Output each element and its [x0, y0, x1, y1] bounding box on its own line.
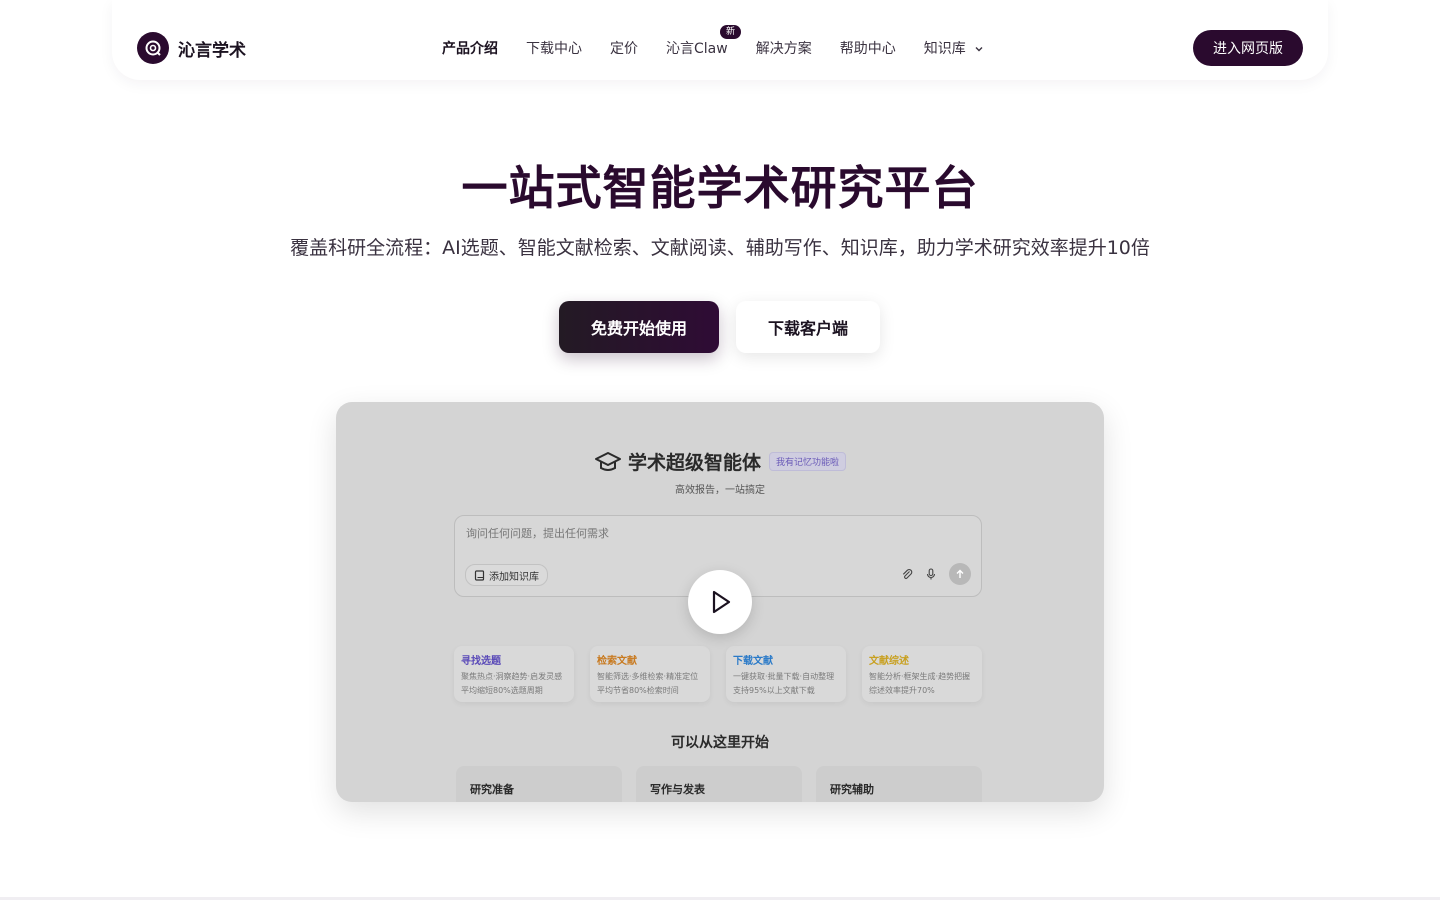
nav-item-pricing[interactable]: 定价: [610, 38, 638, 58]
feature-cards: 寻找选题 聚焦热点·洞察趋势·启发灵感 平均缩短80%选题周期 检索文献 智能筛…: [454, 646, 998, 702]
add-knowledge-base-label: 添加知识库: [489, 571, 539, 583]
nav-item-knowledge-label: 知识库: [923, 41, 966, 57]
nav-item-claw[interactable]: 沁言Claw 新: [666, 25, 742, 58]
category-cards: 研究准备 写作与发表 研究辅助: [456, 766, 996, 802]
card-title: 文献综述: [869, 656, 909, 667]
start-free-button[interactable]: 免费开始使用: [559, 301, 719, 353]
category-research-assist: 研究辅助: [816, 766, 982, 802]
hero-subtitle: 覆盖科研全流程：AI选题、智能文献检索、文献阅读、辅助写作、知识库，助力学术研究…: [290, 237, 1150, 259]
nav-item-help[interactable]: 帮助中心: [840, 38, 896, 58]
enter-web-button[interactable]: 进入网页版: [1193, 30, 1303, 66]
card-find-topic: 寻找选题 聚焦热点·洞察趋势·启发灵感 平均缩短80%选题周期: [454, 646, 574, 702]
play-icon: [712, 590, 731, 614]
demo-video[interactable]: 学术超级智能体 我有记忆功能啦 高效报告，一站搞定 询问任何问题，提出任何需求 …: [336, 402, 1104, 802]
card-stat: 平均节省80%检索时间: [597, 686, 679, 695]
chat-placeholder: 询问任何问题，提出任何需求: [466, 527, 609, 540]
top-header: 沁言学术 产品介绍 下载中心 定价 沁言Claw 新 解决方案 帮助中心 知识库…: [112, 0, 1328, 80]
chat-input-actions: [889, 563, 971, 585]
book-icon: [474, 569, 485, 581]
brand-logo[interactable]: 沁言学术: [137, 32, 246, 64]
logo-icon: [137, 32, 169, 64]
send-icon: [949, 563, 971, 585]
main-nav: 产品介绍 下载中心 定价 沁言Claw 新 解决方案 帮助中心 知识库: [442, 25, 1012, 58]
category-research-prep: 研究准备: [456, 766, 622, 802]
chevron-down-icon: [975, 47, 983, 52]
card-stat: 平均缩短80%选题周期: [461, 686, 543, 695]
card-title: 寻找选题: [461, 656, 501, 667]
video-agent-title: 学术超级智能体: [627, 452, 761, 474]
graduation-cap-icon: [594, 451, 621, 471]
video-agent-subtitle: 高效报告，一站搞定: [675, 485, 765, 496]
card-desc: 聚焦热点·洞察趋势·启发灵感: [461, 672, 563, 681]
card-desc: 智能筛选·多维检索·精准定位: [597, 672, 699, 681]
video-title-row: 学术超级智能体 我有记忆功能啦: [336, 448, 1104, 475]
brand-name: 沁言学术: [178, 40, 246, 61]
category-writing-publishing: 写作与发表: [636, 766, 802, 802]
card-desc: 一键获取·批量下载·自动整理: [733, 672, 835, 681]
microphone-icon: [925, 568, 937, 580]
new-badge: 新: [720, 25, 742, 39]
nav-item-claw-label: 沁言Claw: [666, 41, 728, 57]
nav-item-knowledge[interactable]: 知识库: [924, 38, 984, 58]
card-search-literature: 检索文献 智能筛选·多维检索·精准定位 平均节省80%检索时间: [590, 646, 710, 702]
card-download-literature: 下载文献 一键获取·批量下载·自动整理 支持95%以上文献下载: [726, 646, 846, 702]
nav-item-download[interactable]: 下载中心: [526, 38, 582, 58]
memory-badge: 我有记忆功能啦: [769, 452, 847, 471]
card-title: 下载文献: [733, 656, 773, 667]
add-knowledge-base-button: 添加知识库: [465, 564, 548, 586]
card-title: 检索文献: [597, 656, 637, 667]
play-button[interactable]: [688, 570, 752, 634]
card-stat: 支持95%以上文献下载: [733, 686, 815, 695]
card-stat: 综述效率提升70%: [869, 686, 935, 695]
nav-item-product[interactable]: 产品介绍: [442, 38, 498, 58]
hero-title: 一站式智能学术研究平台: [461, 161, 979, 215]
card-desc: 智能分析·框架生成·趋势把握: [869, 672, 971, 681]
download-client-button[interactable]: 下载客户端: [736, 301, 880, 353]
card-literature-review: 文献综述 智能分析·框架生成·趋势把握 综述效率提升70%: [862, 646, 982, 702]
nav-item-solutions[interactable]: 解决方案: [756, 38, 812, 58]
start-here-heading: 可以从这里开始: [671, 735, 769, 751]
attachment-icon: [901, 568, 913, 580]
